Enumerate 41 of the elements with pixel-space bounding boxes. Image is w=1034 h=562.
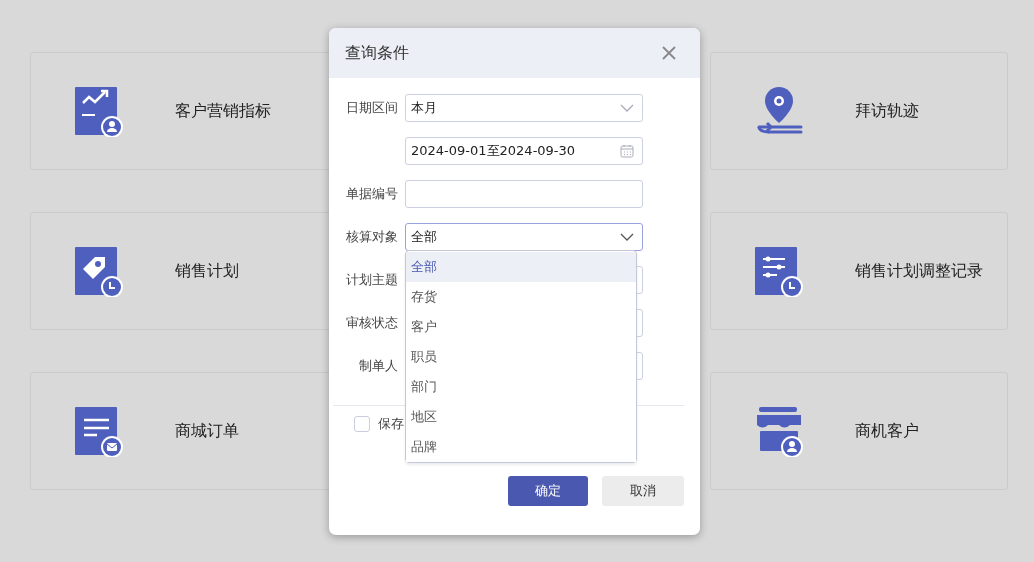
- card-label: 销售计划: [175, 260, 239, 282]
- input-field[interactable]: [405, 180, 643, 208]
- checkbox[interactable]: [354, 416, 370, 432]
- select-field[interactable]: 全部: [405, 223, 643, 251]
- sliders-document-icon: [755, 245, 805, 297]
- field-label: 计划主题: [345, 271, 398, 289]
- close-icon[interactable]: [662, 46, 676, 60]
- card-label: 拜访轨迹: [855, 100, 919, 122]
- checkbox-label: 保存: [378, 415, 404, 433]
- field-label: 日期区间: [345, 99, 398, 117]
- select-field[interactable]: 本月: [405, 94, 643, 122]
- date-range-field[interactable]: 2024-09-01至2024-09-30: [405, 137, 643, 165]
- dropdown-option[interactable]: 全部: [406, 252, 636, 282]
- chart-report-icon: [75, 85, 125, 137]
- cancel-button[interactable]: 取消: [602, 476, 684, 506]
- confirm-button[interactable]: 确定: [508, 476, 588, 506]
- dropdown-option[interactable]: 品牌: [406, 432, 636, 462]
- shop-user-icon: [755, 405, 805, 457]
- dropdown-option[interactable]: 部门: [406, 372, 636, 402]
- card-label: 客户营销指标: [175, 100, 271, 122]
- dropdown-option[interactable]: 职员: [406, 342, 636, 372]
- card-label: 商机客户: [855, 420, 919, 442]
- menu-card[interactable]: 销售计划调整记录: [710, 212, 1008, 330]
- field-label: 单据编号: [345, 185, 398, 203]
- calendar-icon: [620, 144, 634, 158]
- menu-card[interactable]: 拜访轨迹: [710, 52, 1008, 170]
- field-label: 制单人: [358, 357, 398, 375]
- dropdown-option[interactable]: 地区: [406, 402, 636, 432]
- document-mail-icon: [75, 405, 125, 457]
- dropdown-option[interactable]: 客户: [406, 312, 636, 342]
- price-tag-icon: [75, 245, 125, 297]
- field-label: 核算对象: [345, 228, 398, 246]
- chevron-down-icon: [620, 104, 634, 112]
- card-label: 销售计划调整记录: [855, 260, 983, 282]
- field-label: 审核状态: [345, 314, 398, 332]
- chevron-down-icon: [620, 233, 634, 241]
- dialog-title: 查询条件: [345, 42, 409, 64]
- card-label: 商城订单: [175, 420, 239, 442]
- menu-card[interactable]: 商机客户: [710, 372, 1008, 490]
- dropdown-option[interactable]: 存货: [406, 282, 636, 312]
- location-pin-icon: [755, 85, 805, 137]
